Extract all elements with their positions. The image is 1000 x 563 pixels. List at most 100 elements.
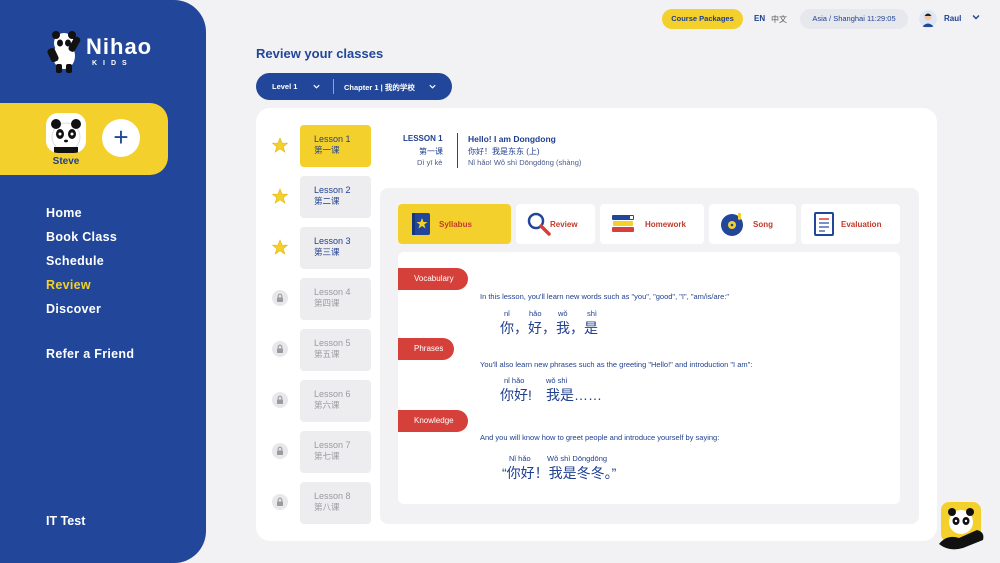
vocabulary-description: In this lesson, you'll learn new words s… (480, 292, 730, 301)
lesson-button[interactable]: Lesson 1 第一课 (300, 125, 371, 167)
lesson-label: Lesson 7 (314, 440, 351, 450)
user-name[interactable]: Raul (944, 14, 961, 23)
nav-refer-friend[interactable]: Refer a Friend (46, 347, 134, 361)
help-mascot-button[interactable] (937, 500, 987, 552)
phrases-description: You'll also learn new phrases such as th… (480, 360, 753, 369)
hanzi: 你好! (500, 387, 532, 403)
lesson-label-zh: 第四课 (314, 298, 340, 308)
lesson-row[interactable]: Lesson 7 第七课 (272, 431, 372, 473)
pinyin: Wǒ shì Dōngdōng (547, 454, 608, 463)
nav-schedule[interactable]: Schedule (46, 253, 117, 277)
profile-card: Steve + (0, 103, 168, 175)
pinyin: wǒ (558, 309, 568, 318)
lock-icon (272, 443, 288, 459)
lesson-button[interactable]: Lesson 4 第四课 (300, 278, 371, 320)
panda-mascot-icon (939, 502, 984, 550)
lesson-row[interactable]: Lesson 1 第一课 (272, 125, 372, 167)
lesson-label-zh: 第三课 (314, 247, 340, 257)
lesson-title-zh: 你好！我是东东 (上) (468, 147, 540, 156)
lesson-label-zh: 第八课 (314, 502, 340, 512)
hanzi: 我是…… (546, 387, 602, 403)
star-icon (272, 137, 288, 153)
lesson-label-zh: 第五课 (314, 349, 340, 359)
lesson-number-zh: 第一课 (419, 147, 443, 156)
panda-logo-icon (47, 31, 81, 73)
lesson-row[interactable]: Lesson 8 第八课 (272, 482, 372, 524)
star-icon (272, 239, 288, 255)
evaluation-sheet-icon (814, 212, 834, 236)
lesson-row[interactable]: Lesson 5 第五课 (272, 329, 372, 371)
nav-review[interactable]: Review (46, 277, 117, 301)
syllabus-book-icon (412, 213, 430, 235)
header-divider (457, 133, 458, 168)
lesson-button[interactable]: Lesson 2 第二课 (300, 176, 371, 218)
lesson-label: Lesson 2 (314, 185, 351, 195)
add-student-button[interactable]: + (102, 119, 140, 157)
pinyin: wǒ shì (546, 376, 568, 385)
tab-evaluation[interactable]: Evaluation (801, 204, 900, 244)
lesson-row[interactable]: Lesson 6 第六课 (272, 380, 372, 422)
pinyin: hǎo (529, 309, 542, 318)
nav-it-test[interactable]: IT Test (46, 514, 85, 528)
timezone-clock: Asia / Shanghai 11:29:05 (800, 9, 908, 29)
tab-syllabus-label: Syllabus (439, 220, 472, 229)
tab-evaluation-label: Evaluation (841, 220, 882, 229)
lock-icon (272, 392, 288, 408)
hanzi: “你好！我是冬冬。” (502, 465, 617, 481)
chevron-down-icon[interactable] (971, 12, 981, 22)
tab-song[interactable]: Song (709, 204, 796, 244)
chevron-down-icon[interactable] (312, 82, 321, 91)
student-avatar[interactable] (46, 113, 86, 153)
tab-review[interactable]: Review (516, 204, 595, 244)
lang-zh-toggle[interactable]: 中文 (771, 14, 787, 25)
hanzi: 好， (528, 320, 556, 336)
vocabulary-tag: Vocabulary (398, 268, 468, 290)
nihao-kids-logo[interactable]: Nihao KIDS (44, 30, 154, 76)
tab-song-label: Song (753, 220, 773, 229)
user-avatar[interactable] (919, 10, 937, 28)
music-disc-icon (721, 213, 743, 236)
student-name: Steve (52, 156, 80, 167)
books-stack-icon (612, 215, 634, 232)
brand-sub: KIDS (92, 60, 133, 67)
nav-discover[interactable]: Discover (46, 301, 117, 325)
lesson-label: Lesson 6 (314, 389, 351, 399)
knowledge-description: And you will know how to greet people an… (480, 433, 720, 442)
filter-bar: Level 1 Chapter 1 | 我的学校 (256, 73, 452, 100)
course-packages-button[interactable]: Course Packages (662, 9, 743, 29)
lesson-row[interactable]: Lesson 2 第二课 (272, 176, 372, 218)
lang-en-toggle[interactable]: EN (754, 14, 765, 23)
lock-icon (272, 494, 288, 510)
lesson-label-zh: 第一课 (314, 145, 340, 155)
star-icon (272, 188, 288, 204)
lesson-row[interactable]: Lesson 3 第三课 (272, 227, 372, 269)
main-nav: Home Book Class Schedule Review Discover (46, 205, 117, 325)
sidebar: Nihao KIDS Steve + Home Book Class Sched… (0, 0, 206, 563)
lesson-label: Lesson 4 (314, 287, 351, 297)
tab-homework[interactable]: Homework (600, 204, 704, 244)
phrases-tag: Phrases (398, 338, 454, 360)
chevron-down-icon[interactable] (428, 82, 437, 91)
syllabus-card (398, 252, 900, 504)
lesson-button[interactable]: Lesson 8 第八课 (300, 482, 371, 524)
lesson-label-zh: 第七课 (314, 451, 340, 461)
lesson-button[interactable]: Lesson 6 第六课 (300, 380, 371, 422)
lesson-button[interactable]: Lesson 5 第五课 (300, 329, 371, 371)
lesson-row[interactable]: Lesson 4 第四课 (272, 278, 372, 320)
pinyin: nǐ (504, 309, 510, 318)
nav-home[interactable]: Home (46, 205, 117, 229)
lesson-title-pinyin: Nǐ hǎo! Wǒ shì Dōngdōng (shàng) (468, 158, 582, 167)
pinyin: shì (587, 309, 598, 318)
tab-syllabus[interactable]: Syllabus (398, 204, 511, 244)
level-select[interactable]: Level 1 (272, 82, 297, 91)
lesson-button[interactable]: Lesson 3 第三课 (300, 227, 371, 269)
panda-avatar-icon (51, 119, 81, 153)
lesson-button[interactable]: Lesson 7 第七课 (300, 431, 371, 473)
lesson-number: LESSON 1 (403, 134, 443, 143)
lesson-label-zh: 第六课 (314, 400, 340, 410)
lesson-label: Lesson 8 (314, 491, 351, 501)
chapter-select[interactable]: Chapter 1 | 我的学校 (344, 82, 415, 93)
lesson-label-zh: 第二课 (314, 196, 340, 206)
magnifier-icon (527, 212, 551, 236)
nav-book-class[interactable]: Book Class (46, 229, 117, 253)
